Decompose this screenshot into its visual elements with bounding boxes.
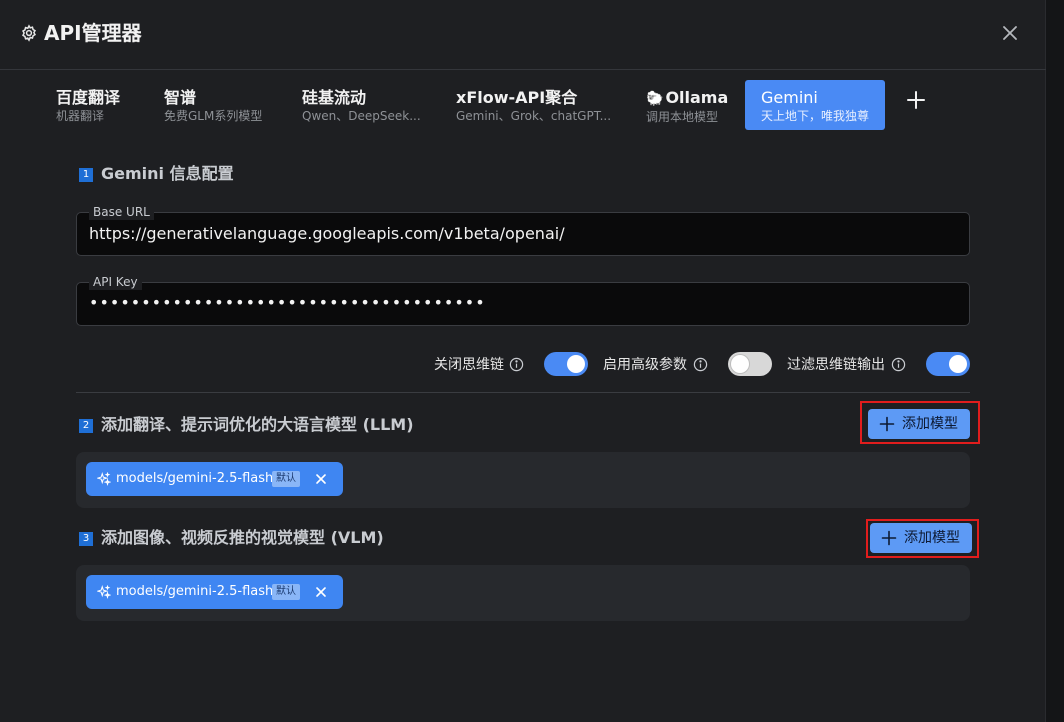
info-icon[interactable] [891, 357, 906, 372]
api-key-field[interactable]: API Key ••••••••••••••••••••••••••••••••… [76, 274, 970, 326]
section-number-badge: 1 [79, 168, 93, 182]
base-url-input[interactable]: https://generativelanguage.googleapis.co… [89, 224, 949, 244]
provider-tabs: 百度翻译 机器翻译 智谱 免费GLM系列模型 硅基流动 Qwen、DeepSee… [0, 78, 1046, 130]
default-badge: 默认 [272, 584, 300, 600]
tab-desc: Qwen、DeepSeek... [302, 109, 421, 123]
model-chip[interactable]: models/gemini-2.5-flash 默认 [86, 462, 343, 496]
api-key-label: API Key [89, 274, 142, 290]
tab-xflow-api[interactable]: xFlow-API聚合 Gemini、Grok、chatGPT... [456, 80, 626, 130]
close-icon[interactable] [1000, 23, 1020, 43]
tab-desc: Gemini、Grok、chatGPT... [456, 109, 612, 123]
api-manager-dialog: API管理器 百度翻译 机器翻译 智谱 免费GLM系列模型 硅基流动 Qwen、… [0, 0, 1046, 722]
tab-ollama[interactable]: 🐑 Ollama 调用本地模型 [646, 80, 736, 130]
add-model-label: 添加模型 [902, 416, 958, 432]
tab-name: 硅基流动 [302, 88, 367, 107]
toggle-knob [949, 355, 967, 373]
tab-baidu-translate[interactable]: 百度翻译 机器翻译 [56, 80, 146, 130]
default-badge: 默认 [272, 471, 300, 487]
dialog-title: API管理器 [44, 21, 142, 45]
base-url-label: Base URL [89, 204, 154, 220]
info-icon[interactable] [693, 357, 708, 372]
model-chip[interactable]: models/gemini-2.5-flash 默认 [86, 575, 343, 609]
remove-model-icon[interactable] [315, 586, 327, 598]
base-url-field[interactable]: Base URL https://generativelanguage.goog… [76, 204, 970, 256]
tab-name: 百度翻译 [56, 88, 121, 107]
toggle-label-filter-cot: 过滤思维链输出 [787, 357, 885, 373]
add-model-label: 添加模型 [904, 530, 960, 546]
api-key-input[interactable]: •••••••••••••••••••••••••••••••••••••• [89, 293, 949, 313]
add-vlm-model-button[interactable]: 添加模型 [870, 523, 972, 553]
model-name: models/gemini-2.5-flash [116, 584, 274, 599]
model-name: models/gemini-2.5-flash [116, 471, 274, 486]
sheep-icon: 🐑 [646, 91, 664, 107]
remove-model-icon[interactable] [315, 473, 327, 485]
plus-icon [881, 530, 897, 546]
tab-desc: 调用本地模型 [646, 110, 719, 124]
toggle-knob [567, 355, 585, 373]
sparkle-icon [97, 472, 111, 486]
gear-icon [21, 24, 37, 42]
toggle-disable-cot[interactable] [544, 352, 588, 376]
tab-name: 智谱 [164, 88, 197, 107]
dialog-header: API管理器 [0, 0, 1046, 70]
tab-desc: 机器翻译 [56, 109, 105, 123]
plus-icon [879, 416, 895, 432]
toggle-filter-cot[interactable] [926, 352, 970, 376]
tab-desc: 天上地下，唯我独尊 [761, 109, 870, 123]
background-window-edge [1046, 0, 1064, 722]
llm-model-list: models/gemini-2.5-flash 默认 [76, 452, 970, 508]
section-number-badge: 2 [79, 419, 93, 433]
tab-name: Gemini [761, 88, 818, 107]
info-icon[interactable] [509, 357, 524, 372]
section-divider [76, 392, 970, 393]
tab-zhipu[interactable]: 智谱 免费GLM系列模型 [164, 80, 284, 130]
add-provider-icon[interactable] [905, 89, 927, 111]
tab-siliconflow[interactable]: 硅基流动 Qwen、DeepSeek... [302, 80, 432, 130]
section-title-text: 添加翻译、提示词优化的大语言模型 (LLM) [101, 415, 414, 434]
tab-desc: 免费GLM系列模型 [164, 109, 263, 123]
section-vlm-title: 3 添加图像、视频反推的视觉模型 (VLM) [79, 527, 384, 549]
section-config-title: 1 Gemini 信息配置 [79, 163, 234, 185]
section-number-badge: 3 [79, 532, 93, 546]
add-llm-model-button[interactable]: 添加模型 [868, 409, 970, 439]
tab-gemini[interactable]: Gemini 天上地下，唯我独尊 [745, 80, 885, 130]
tab-name: xFlow-API聚合 [456, 88, 578, 107]
toggle-advanced-params[interactable] [728, 352, 772, 376]
section-title-text: Gemini 信息配置 [101, 164, 234, 183]
toggle-label-advanced-params: 启用高级参数 [603, 357, 687, 373]
tab-name: Ollama [665, 88, 729, 107]
section-title-text: 添加图像、视频反推的视觉模型 (VLM) [101, 528, 384, 547]
vlm-model-list: models/gemini-2.5-flash 默认 [76, 565, 970, 621]
sparkle-icon [97, 585, 111, 599]
toggle-knob [731, 355, 749, 373]
section-llm-title: 2 添加翻译、提示词优化的大语言模型 (LLM) [79, 414, 414, 436]
toggle-label-disable-cot: 关闭思维链 [434, 357, 504, 373]
